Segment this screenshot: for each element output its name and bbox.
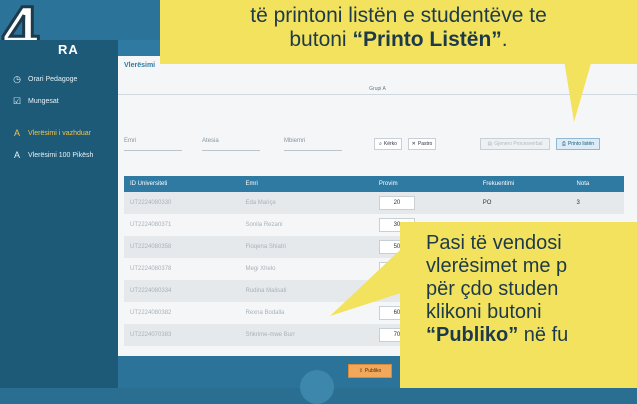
table-row: UT2224080330 Eda Mariçe 20 PO 3 xyxy=(124,192,624,214)
sidebar-item-label: Orari Pedagoge xyxy=(28,75,78,83)
clock-icon: ◷ xyxy=(13,73,21,84)
breadcrumb: Vlerësimi xyxy=(124,62,156,69)
sidebar-item-vleresimi-100[interactable]: A Vlerësimi 100 Pikësh xyxy=(0,144,118,166)
col-grade: Nota xyxy=(570,176,624,192)
surname-field[interactable]: Mbiemri xyxy=(284,138,342,151)
father-name-field[interactable]: Atesia xyxy=(202,138,260,151)
app-brand: RA xyxy=(58,42,79,57)
document-icon: ▤ xyxy=(487,141,493,147)
check-icon: ☑ xyxy=(12,95,22,106)
grade-icon: A xyxy=(13,128,20,138)
callout-pointer-top xyxy=(564,60,592,122)
name-field[interactable]: Emri xyxy=(124,138,182,151)
print-list-button[interactable]: ⎙ Printo listën xyxy=(556,138,600,150)
exam-score-input[interactable]: 20 xyxy=(378,196,415,210)
clear-button[interactable]: ✕ Pastro xyxy=(408,138,436,150)
sidebar-item-mungesat[interactable]: ☑ Mungesat xyxy=(0,90,118,112)
col-attendance: Frekuentimi xyxy=(476,176,571,192)
col-id: ID Universiteti xyxy=(124,176,240,192)
sidebar-item-label: Mungesat xyxy=(28,97,59,105)
search-button[interactable]: ⌕ Kërko xyxy=(374,138,402,150)
sidebar-item-label: Vlerësimi i vazhduar xyxy=(28,129,92,137)
sidebar-item-vleresimi-vazhduar[interactable]: A Vlerësimi i vazhduar xyxy=(0,122,118,144)
callout-top: të printoni listën e studentëve te buton… xyxy=(160,0,637,64)
printer-icon: ⎙ xyxy=(561,141,566,147)
callout-pointer-right xyxy=(330,250,410,316)
close-icon: ✕ xyxy=(411,141,416,147)
search-icon: ⌕ xyxy=(379,141,382,147)
col-exam: Provim xyxy=(372,176,477,192)
generate-report-button[interactable]: ▤ Gjenero Procesverbal xyxy=(480,138,550,150)
grade-icon: A xyxy=(13,150,20,160)
publish-button[interactable]: ⇪ Publiko xyxy=(348,364,392,378)
sidebar-item-label: Vlerësimi 100 Pikësh xyxy=(28,151,94,159)
decorative-circle xyxy=(300,370,334,404)
callout-right: Pasi të vendosi vlerësimet me p për çdo … xyxy=(400,222,637,388)
upload-icon: ⇪ xyxy=(358,368,363,374)
sidebar-item-orari[interactable]: ◷ Orari Pedagoge xyxy=(0,68,118,90)
col-name: Emri xyxy=(239,176,373,192)
